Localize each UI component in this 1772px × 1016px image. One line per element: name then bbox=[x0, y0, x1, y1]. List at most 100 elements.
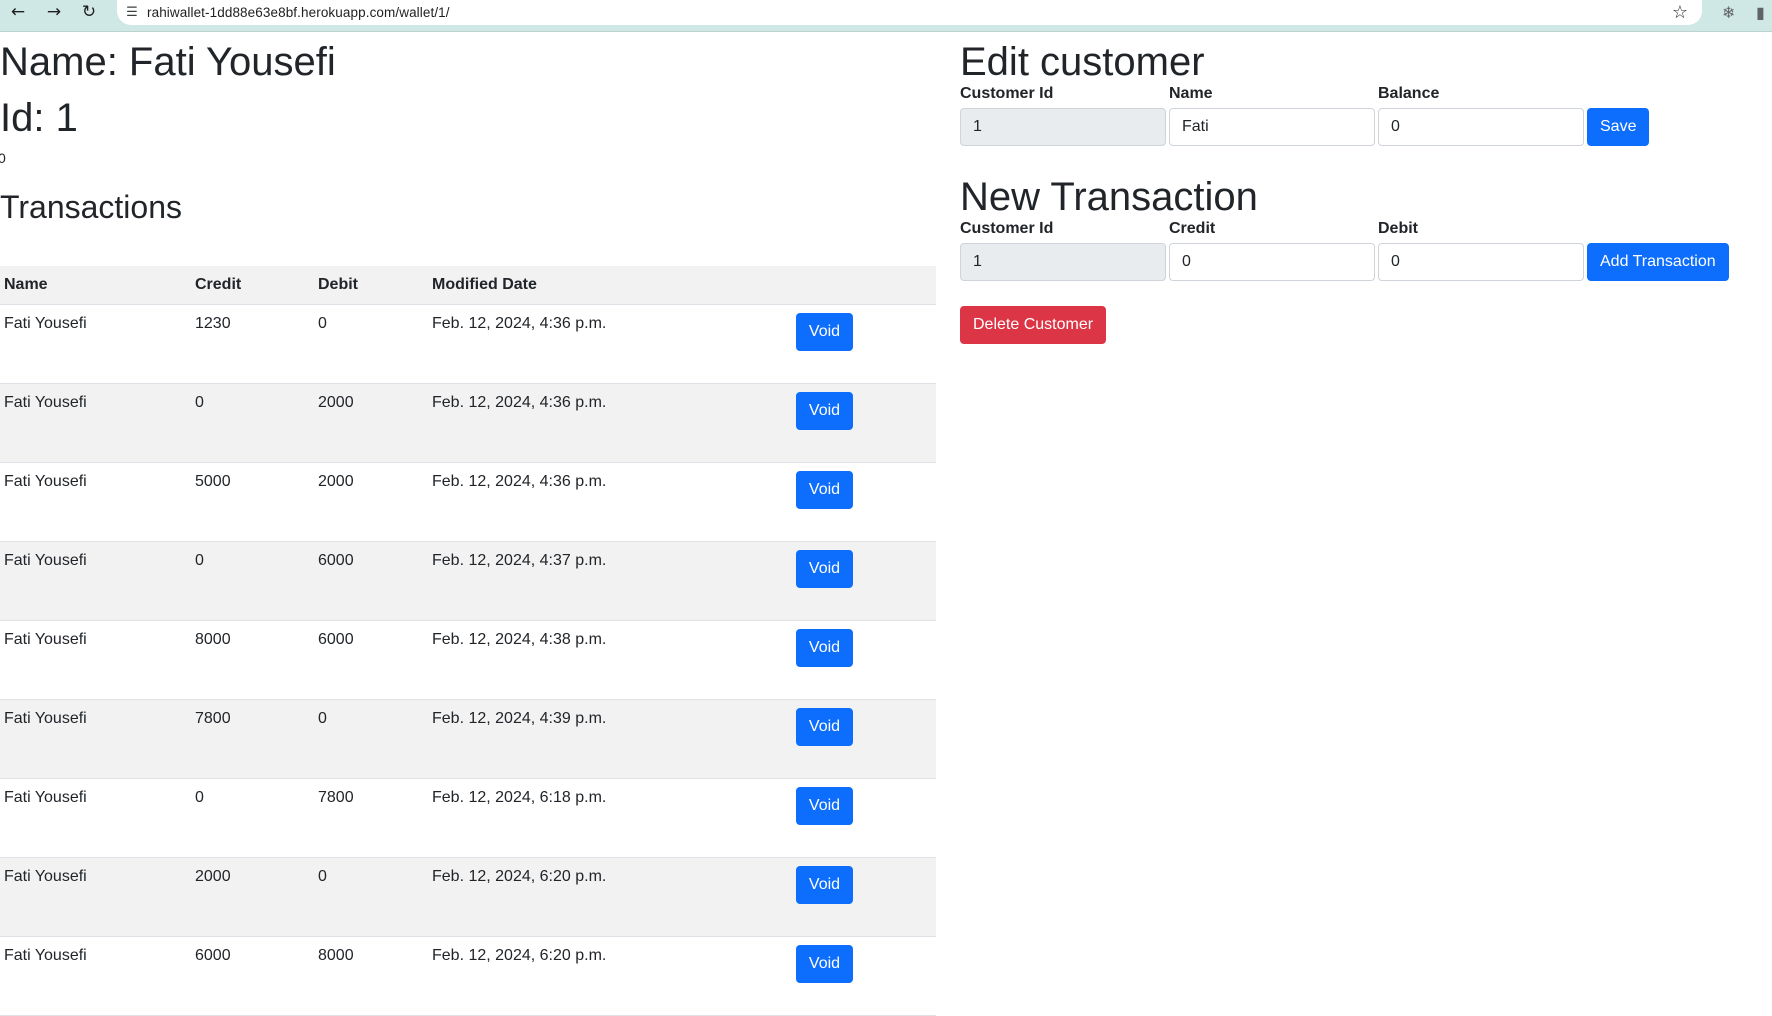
void-button[interactable]: Void bbox=[796, 628, 853, 667]
column-header-name: Name bbox=[4, 275, 48, 293]
void-button[interactable]: Void bbox=[796, 549, 853, 588]
table-row: Fati Yousefi 6000 8000 Feb. 12, 2024, 6:20 … bbox=[0, 936, 936, 1015]
cell-debit: 0 bbox=[318, 314, 327, 332]
void-button[interactable]: Void bbox=[796, 312, 853, 351]
column-header-action bbox=[796, 266, 936, 304]
tx-customer-id-label: Customer Id bbox=[960, 220, 1054, 237]
table-row: Fati Yousefi 1230 0 Feb. 12, 2024, 4:36 p.m… bbox=[0, 304, 936, 383]
void-button[interactable]: Void bbox=[796, 786, 853, 825]
cell-name: Fati Yousefi bbox=[4, 946, 87, 964]
cell-modified-date: Feb. 12, 2024, 4:36 p.m. bbox=[432, 314, 607, 332]
void-button[interactable]: Void bbox=[796, 707, 853, 746]
table-header-row: Name Credit Debit Modified Date bbox=[0, 266, 936, 304]
cell-debit: 0 bbox=[318, 709, 327, 727]
cell-credit: 0 bbox=[195, 551, 204, 569]
cell-credit: 0 bbox=[195, 788, 204, 806]
tx-debit-group: Debit bbox=[1378, 219, 1584, 281]
edit-name-field[interactable] bbox=[1169, 108, 1375, 146]
tx-debit-field[interactable] bbox=[1378, 243, 1584, 281]
reload-icon[interactable]: ↻ bbox=[73, 0, 105, 24]
cell-debit: 6000 bbox=[318, 630, 354, 648]
url-text[interactable]: rahiwallet-1dd88e63e8bf.herokuapp.com/wa… bbox=[147, 5, 450, 20]
cell-debit: 2000 bbox=[318, 393, 354, 411]
cell-modified-date: Feb. 12, 2024, 4:37 p.m. bbox=[432, 551, 607, 569]
edit-name-group: Name bbox=[1169, 84, 1375, 146]
cell-credit: 6000 bbox=[195, 946, 231, 964]
cell-action: Void bbox=[796, 383, 936, 462]
cell-debit: 8000 bbox=[318, 946, 354, 964]
cell-credit: 7800 bbox=[195, 709, 231, 727]
cell-action: Void bbox=[796, 304, 936, 383]
cell-modified-date: Feb. 12, 2024, 4:36 p.m. bbox=[432, 393, 607, 411]
cell-action: Void bbox=[796, 620, 936, 699]
customer-name-heading: Name: Fati Yousefi bbox=[0, 40, 336, 84]
cell-credit: 8000 bbox=[195, 630, 231, 648]
browser-toolbar: ← → ↻ ☰ rahiwallet-1dd88e63e8bf.herokuap… bbox=[0, 0, 1772, 32]
customer-id-heading: Id: 1 bbox=[0, 96, 78, 140]
cell-action: Void bbox=[796, 778, 936, 857]
transactions-table: Name Credit Debit Modified Date Fati You… bbox=[0, 266, 936, 1016]
address-bar[interactable]: ☰ rahiwallet-1dd88e63e8bf.herokuapp.com/… bbox=[117, 0, 1702, 25]
site-info-icon[interactable]: ☰ bbox=[117, 1, 147, 25]
edit-customer-id-label: Customer Id bbox=[960, 85, 1054, 102]
extension-icon[interactable]: ❄ bbox=[1722, 0, 1735, 24]
new-transaction-heading: New Transaction bbox=[960, 175, 1258, 219]
cell-debit: 7800 bbox=[318, 788, 354, 806]
void-button[interactable]: Void bbox=[796, 470, 853, 509]
cell-debit: 2000 bbox=[318, 472, 354, 490]
cell-modified-date: Feb. 12, 2024, 4:39 p.m. bbox=[432, 709, 607, 727]
cell-name: Fati Yousefi bbox=[4, 551, 87, 569]
extensions-puzzle-icon[interactable]: ▮ bbox=[1756, 0, 1765, 24]
cell-action: Void bbox=[796, 857, 936, 936]
new-transaction-form: Customer Id Credit Debit Add Transaction bbox=[960, 219, 1772, 289]
cell-modified-date: Feb. 12, 2024, 6:18 p.m. bbox=[432, 788, 607, 806]
edit-customer-heading: Edit customer bbox=[960, 40, 1205, 84]
forward-arrow-icon[interactable]: → bbox=[38, 0, 70, 24]
cell-action: Void bbox=[796, 462, 936, 541]
cell-name: Fati Yousefi bbox=[4, 788, 87, 806]
void-button[interactable]: Void bbox=[796, 391, 853, 430]
table-row: Fati Yousefi 2000 0 Feb. 12, 2024, 6:20 p.m… bbox=[0, 857, 936, 936]
transactions-heading: Transactions bbox=[0, 189, 182, 225]
table-row: Fati Yousefi 7800 0 Feb. 12, 2024, 4:39 p.m… bbox=[0, 699, 936, 778]
cell-credit: 5000 bbox=[195, 472, 231, 490]
tx-customer-id-field[interactable] bbox=[960, 243, 1166, 281]
edit-customer-form: Customer Id Name Balance Save bbox=[960, 84, 1772, 154]
back-arrow-icon[interactable]: ← bbox=[2, 0, 34, 24]
table-row: Fati Yousefi 0 7800 Feb. 12, 2024, 6:18 p.m… bbox=[0, 778, 936, 857]
cell-credit: 0 bbox=[195, 393, 204, 411]
column-header-debit: Debit bbox=[318, 275, 358, 293]
edit-name-label: Name bbox=[1169, 85, 1213, 102]
customer-balance: 0 bbox=[0, 150, 6, 166]
edit-customer-id-group: Customer Id bbox=[960, 84, 1166, 146]
void-button[interactable]: Void bbox=[796, 865, 853, 904]
cell-name: Fati Yousefi bbox=[4, 867, 87, 885]
column-header-modified-date: Modified Date bbox=[432, 275, 537, 293]
cell-credit: 2000 bbox=[195, 867, 231, 885]
cell-modified-date: Feb. 12, 2024, 6:20 p.m. bbox=[432, 946, 607, 964]
save-button[interactable]: Save bbox=[1587, 108, 1650, 146]
cell-name: Fati Yousefi bbox=[4, 630, 87, 648]
bookmark-star-icon[interactable]: ☆ bbox=[1672, 0, 1688, 24]
edit-balance-field[interactable] bbox=[1378, 108, 1584, 146]
cell-debit: 0 bbox=[318, 867, 327, 885]
cell-name: Fati Yousefi bbox=[4, 472, 87, 490]
tx-customer-id-group: Customer Id bbox=[960, 219, 1166, 281]
cell-action: Void bbox=[796, 936, 936, 1015]
void-button[interactable]: Void bbox=[796, 944, 853, 983]
tx-credit-label: Credit bbox=[1169, 220, 1216, 237]
cell-name: Fati Yousefi bbox=[4, 709, 87, 727]
edit-balance-group: Balance bbox=[1378, 84, 1584, 146]
cell-action: Void bbox=[796, 541, 936, 620]
edit-customer-id-field[interactable] bbox=[960, 108, 1166, 146]
cell-name: Fati Yousefi bbox=[4, 393, 87, 411]
cell-credit: 1230 bbox=[195, 314, 231, 332]
table-row: Fati Yousefi 0 2000 Feb. 12, 2024, 4:36 p.m… bbox=[0, 383, 936, 462]
edit-balance-label: Balance bbox=[1378, 85, 1440, 102]
tx-debit-label: Debit bbox=[1378, 220, 1418, 237]
tx-credit-field[interactable] bbox=[1169, 243, 1375, 281]
add-transaction-button[interactable]: Add Transaction bbox=[1587, 243, 1729, 281]
delete-customer-button[interactable]: Delete Customer bbox=[960, 306, 1107, 344]
column-header-credit: Credit bbox=[195, 275, 242, 293]
tx-credit-group: Credit bbox=[1169, 219, 1375, 281]
